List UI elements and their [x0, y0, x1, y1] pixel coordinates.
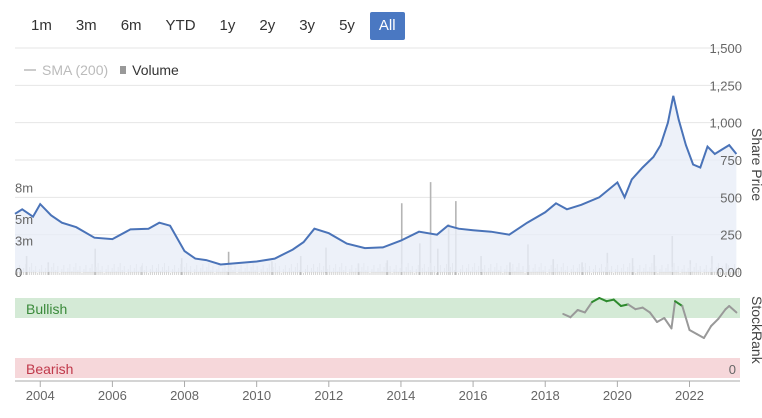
volume-bar: [707, 272, 709, 275]
price-tick-label: 750: [720, 153, 742, 168]
price-tick-label: 500: [720, 190, 742, 205]
volume-bar: [147, 273, 149, 275]
volume-bar: [530, 272, 532, 275]
x-tick-label: 2016: [459, 388, 488, 403]
volume-tick-label: 0: [15, 265, 22, 280]
price-tick-label: 1,250: [709, 78, 742, 93]
volume-bar: [613, 273, 615, 275]
bearish-label: Bearish: [26, 361, 73, 377]
volume-bar: [87, 272, 89, 275]
stockrank-segment: [656, 317, 666, 323]
volume-bar: [236, 273, 238, 275]
stockrank-segment: [695, 333, 705, 339]
volume-bar: [153, 272, 155, 275]
volume-bar: [125, 273, 127, 275]
volume-bar: [214, 273, 216, 275]
volume-bar: [347, 273, 349, 275]
x-tick-label: 2022: [675, 388, 704, 403]
volume-bar: [486, 272, 488, 275]
volume-bar: [109, 272, 111, 275]
volume-bar: [369, 273, 371, 275]
volume-bar: [597, 272, 599, 275]
volume-bar: [103, 273, 105, 275]
price-tick-label: 250: [720, 228, 742, 243]
volume-bar: [353, 272, 355, 275]
volume-bar: [419, 272, 421, 275]
volume-bar: [458, 273, 460, 275]
volume-bar: [568, 273, 570, 275]
volume-bar: [590, 273, 592, 275]
stockrank-zero-label: 0: [729, 362, 736, 377]
x-tick-label: 2020: [603, 388, 632, 403]
volume-bar: [309, 272, 311, 275]
volume-bar: [375, 272, 377, 275]
volume-bar: [170, 273, 172, 275]
volume-bar: [619, 272, 621, 275]
price-tick-label: 1,000: [709, 116, 742, 131]
volume-bar: [464, 272, 466, 275]
volume-bar: [242, 272, 244, 275]
stockrank-segment: [688, 329, 698, 335]
volume-bar: [552, 272, 554, 275]
x-tick-label: 2010: [242, 388, 271, 403]
volume-bar: [663, 272, 665, 275]
volume-bar: [131, 272, 133, 275]
volume-bar: [220, 272, 222, 275]
volume-bar: [508, 272, 510, 275]
price-tick-label: 0.00: [717, 265, 742, 280]
volume-bar: [198, 272, 200, 275]
stockrank-segment: [710, 317, 720, 327]
price-chart: 1,500 1,250 1,000 750 500 250 0.00 8m 5m 3m 0 Sha…: [14, 41, 762, 403]
x-tick-label: 2008: [170, 388, 199, 403]
price-axis-title: Share Price: [749, 128, 762, 201]
volume-bar: [325, 273, 327, 275]
x-tick-label: 2018: [531, 388, 560, 403]
x-tick-label: 2006: [98, 388, 127, 403]
volume-bar: [435, 273, 437, 275]
volume-tick-label: 5m: [15, 212, 33, 227]
volume-bar: [37, 273, 39, 275]
volume-bar: [502, 273, 504, 275]
volume-bar: [679, 273, 681, 275]
volume-bar: [391, 273, 393, 275]
volume-bar: [331, 272, 333, 275]
x-tick-label: 2004: [26, 388, 55, 403]
volume-bar: [264, 272, 266, 275]
volume-bar: [657, 273, 659, 275]
volume-bar: [685, 272, 687, 275]
volume-bar: [641, 272, 643, 275]
volume-bar: [280, 273, 282, 275]
volume-bar: [65, 272, 67, 275]
stockrank-axis-title: StockRank: [749, 296, 762, 365]
volume-bar: [574, 272, 576, 275]
volume-bar: [286, 272, 288, 275]
volume-bar: [397, 272, 399, 275]
volume-bar: [59, 273, 61, 275]
price-tick-label: 1,500: [709, 41, 742, 56]
bullish-band: [15, 298, 740, 318]
volume-bar: [635, 273, 637, 275]
volume-bar: [192, 273, 194, 275]
volume-bar: [441, 272, 443, 275]
volume-bar: [546, 273, 548, 275]
stockrank-segment: [702, 325, 713, 339]
volume-bar: [302, 273, 304, 275]
volume-bar: [43, 272, 45, 275]
x-axis-ticks: 2004 2006 2008 2010 2012 2014 2016 2018 2020 2022: [26, 381, 704, 403]
volume-bar: [176, 272, 178, 275]
volume-bar: [480, 273, 482, 275]
volume-tick-label: 8m: [15, 181, 33, 196]
stockrank-segment: [663, 317, 673, 330]
volume-tick-label: 3m: [15, 233, 33, 248]
x-tick-label: 2014: [386, 388, 415, 403]
volume-bar: [81, 273, 83, 275]
x-tick-label: 2012: [314, 388, 343, 403]
volume-bar: [258, 273, 260, 275]
volume-bar: [524, 273, 526, 275]
volume-bar: [413, 273, 415, 275]
bearish-band: [15, 358, 740, 378]
volume-bar: [701, 273, 703, 275]
bullish-label: Bullish: [26, 301, 67, 317]
